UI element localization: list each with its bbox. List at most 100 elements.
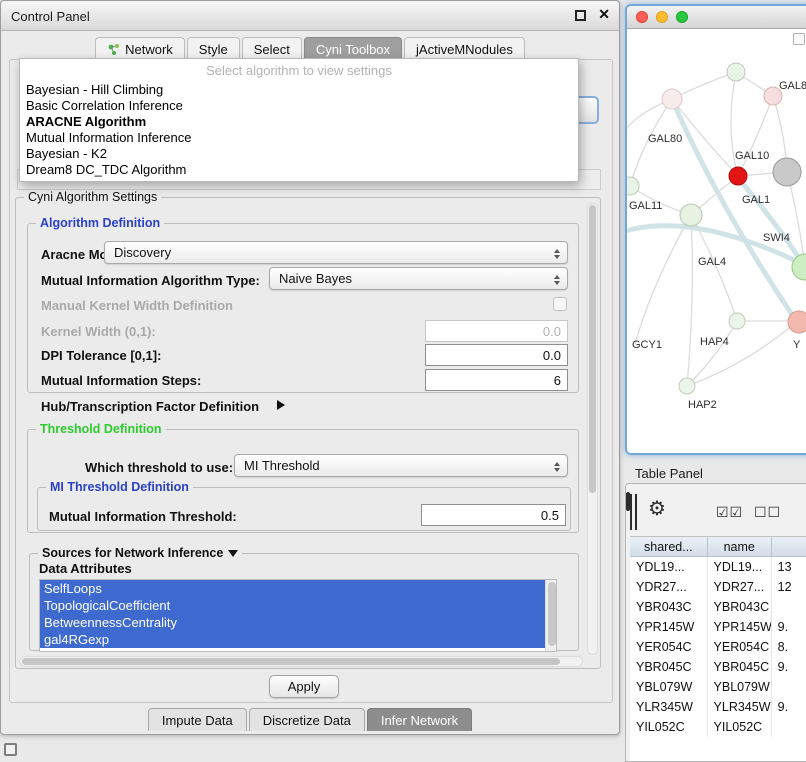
attribute-item[interactable]: BetweennessCentrality [40,614,556,631]
cell: 9. [772,697,806,717]
table-row[interactable]: YBL079W YBL079W [630,677,806,697]
cell: YBL079W [630,677,708,697]
group-title: MI Threshold Definition [46,480,193,494]
network-canvas[interactable]: GAL80 GAL10 GAL11 GAL1 SWI4 GAL4 GCY1 HA… [627,29,806,455]
table-row[interactable]: YDR27... YDR27... 12 [630,577,806,597]
tab-style[interactable]: Style [187,37,240,60]
tab-label: Infer Network [381,713,458,728]
deselect-all-checkboxes-icon[interactable]: ☐☐ [754,501,781,523]
table-row[interactable]: YPR145W YPR145W 9. [630,617,806,637]
column-header[interactable]: name [708,537,772,556]
attribute-item[interactable]: TopologicalCoefficient [40,597,556,614]
which-threshold-select[interactable]: MI Threshold [234,454,568,477]
close-traffic-light[interactable] [636,11,648,23]
columns-icon[interactable] [626,492,630,511]
attribute-item[interactable]: gal4RGexp [40,631,556,648]
table-row[interactable]: YIL052C YIL052C [630,717,806,737]
algorithm-option-selected[interactable]: ARACNE Algorithm [20,114,578,130]
tab-cyni-toolbox[interactable]: Cyni Toolbox [304,37,402,60]
minimize-traffic-light[interactable] [656,11,668,23]
node-green-mid[interactable] [729,313,745,329]
aracne-mode-select[interactable]: Discovery [104,241,568,264]
tab-label: Select [254,42,290,57]
close-icon[interactable]: ✕ [598,7,610,21]
zoom-traffic-light[interactable] [676,11,688,23]
tab-infer-network[interactable]: Infer Network [367,708,472,731]
dropdown-placeholder: Select algorithm to view settings [20,59,578,82]
cell: YDR27... [708,577,772,597]
settings-vertical-scrollbar[interactable] [587,203,598,655]
column-header[interactable]: shared... [630,537,708,556]
table-panel-title: Table Panel [635,466,703,481]
settings-horizontal-scrollbar[interactable] [19,656,583,667]
node-green[interactable] [727,63,745,81]
minimized-panel-icon[interactable] [4,743,17,756]
tab-impute-data[interactable]: Impute Data [148,708,247,731]
node-pale-pink[interactable] [662,89,682,109]
node-green-left[interactable] [627,177,639,195]
network-window-titlebar[interactable] [627,6,806,29]
network-view-window: GAL80 GAL10 GAL11 GAL1 SWI4 GAL4 GCY1 HA… [625,4,806,455]
control-panel-titlebar[interactable]: Control Panel ✕ [1,1,619,31]
canvas-corner-button[interactable] [793,33,805,45]
apply-button[interactable]: Apply [269,675,339,698]
cell: 12 [772,577,806,597]
window-title: Control Panel [11,9,90,24]
field-value: 0.0 [543,324,561,339]
cell: 8. [772,637,806,657]
cell: YLR345W [708,697,772,717]
node-gray-large[interactable] [773,158,801,186]
list-scrollbar[interactable] [545,580,556,651]
group-title: Cyni Algorithm Settings [24,190,161,204]
cell: YIL052C [708,717,772,737]
node-gal11-green[interactable] [680,204,702,226]
group-title[interactable]: Sources for Network Inference [38,546,242,560]
column-header[interactable] [772,537,806,556]
mi-steps-field[interactable]: 6 [425,369,568,391]
kernel-width-field[interactable]: 0.0 [425,320,568,342]
collapse-down-icon[interactable] [228,550,238,557]
tab-jactivemnodules[interactable]: jActiveMNodules [404,37,525,60]
field-value: 0.0 [543,348,561,363]
table-row[interactable]: YBR043C YBR043C [630,597,806,617]
tab-network[interactable]: Network [95,37,185,60]
manual-kernel-width-label: Manual Kernel Width Definition [41,298,233,313]
mi-threshold-field[interactable]: 0.5 [421,504,566,526]
select-all-checkboxes-icon[interactable]: ☑☑ [716,501,743,523]
gear-icon[interactable]: ⚙ [648,498,666,520]
node-label: GAL8 [779,80,806,92]
node-green-bottom[interactable] [679,378,695,394]
node-gal10-red[interactable] [729,167,747,185]
node-salmon[interactable] [788,311,806,333]
table-row[interactable]: YDL19... YDL19... 13 [630,557,806,577]
expand-right-icon[interactable] [277,400,285,410]
table-row[interactable]: YBR045C YBR045C 9. [630,657,806,677]
control-panel-window: Control Panel ✕ Network Style Select Cyn… [0,0,620,735]
dpi-tolerance-field[interactable]: 0.0 [425,344,568,366]
algorithm-option[interactable]: Basic Correlation Inference [20,98,578,114]
mi-algorithm-type-select[interactable]: Naive Bayes [269,267,568,290]
algorithm-option[interactable]: Dream8 DC_TDC Algorithm [20,162,578,178]
table-row[interactable]: YLR345W YLR345W 9. [630,697,806,717]
dpi-tolerance-label: DPI Tolerance [0,1]: [41,348,161,363]
tab-select[interactable]: Select [242,37,302,60]
table-row[interactable]: YER054C YER054C 8. [630,637,806,657]
algorithm-option[interactable]: Mutual Information Inference [20,130,578,146]
manual-kernel-width-checkbox[interactable] [553,297,567,311]
cell: 9. [772,617,806,637]
algorithm-option[interactable]: Bayesian - Hill Climbing [20,82,578,98]
hub-definition-label[interactable]: Hub/Transcription Factor Definition [41,399,259,414]
attribute-item[interactable]: SelfLoops [40,580,556,597]
cell: 13 [772,557,806,577]
tab-label: jActiveMNodules [416,42,513,57]
cell: YIL052C [630,717,708,737]
network-node-labels: GAL80 GAL10 GAL11 GAL1 SWI4 GAL4 GCY1 HA… [629,80,806,411]
float-window-icon[interactable] [575,10,586,21]
field-value: 0.5 [541,508,559,523]
selected-value: Discovery [114,245,171,260]
cell [772,597,806,617]
algorithm-option[interactable]: Bayesian - K2 [20,146,578,162]
tab-discretize-data[interactable]: Discretize Data [249,708,365,731]
combo-spinner-icon [551,246,562,261]
cell: 9. [772,657,806,677]
